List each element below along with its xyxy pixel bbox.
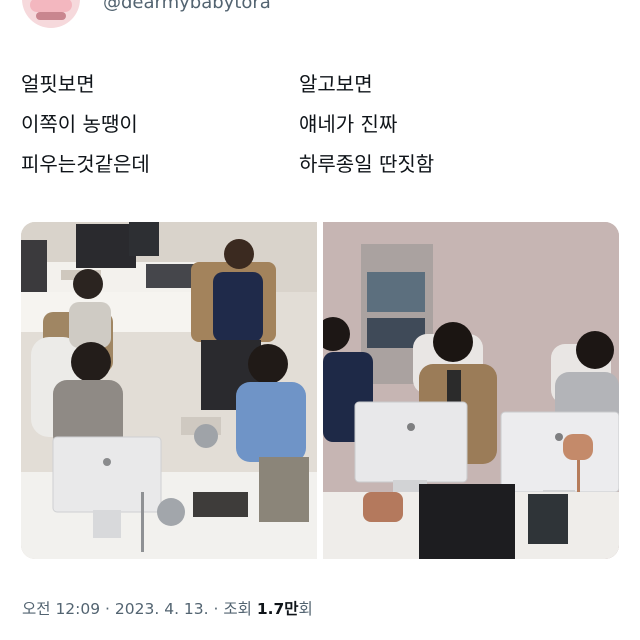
office-photo-right (323, 222, 619, 559)
tweet-line: 이쪽이 농땡이 (21, 112, 138, 136)
avatar-shape (36, 12, 66, 20)
tweet-photo-left[interactable] (21, 222, 317, 559)
tweet-date[interactable]: 2023. 4. 13. (115, 600, 209, 618)
tweet-header: @dearmybabytora (0, 0, 640, 32)
tweet-line: 얼핏보면 (21, 72, 95, 96)
views-suffix: 회 (298, 600, 313, 618)
tweet-line: 알고보면 (299, 72, 373, 96)
office-photo-left (21, 222, 317, 559)
user-handle[interactable]: @dearmybabytora (103, 0, 271, 13)
tweet-line: 피우는것같은데 (21, 152, 150, 176)
separator: · (208, 600, 224, 618)
avatar[interactable] (22, 0, 80, 28)
views-label: 조회 (223, 600, 257, 618)
tweet-meta: 오전 12:09 · 2023. 4. 13. · 조회 1.7만회 (22, 597, 313, 619)
tweet-line: 얘네가 진짜 (299, 112, 398, 136)
avatar-shape (30, 0, 72, 12)
tweet-photo-right[interactable] (323, 222, 619, 559)
separator: · (100, 600, 115, 618)
views-count: 1.7만 (256, 600, 299, 618)
tweet-time[interactable]: 오전 12:09 (22, 600, 100, 618)
tweet-line: 하루종일 딴짓함 (299, 152, 435, 176)
tweet-text-left: 얼핏보면 이쪽이 농땡이 피우는것같은데 (21, 64, 150, 184)
tweet-text-right: 알고보면 얘네가 진짜 하루종일 딴짓함 (299, 64, 434, 184)
